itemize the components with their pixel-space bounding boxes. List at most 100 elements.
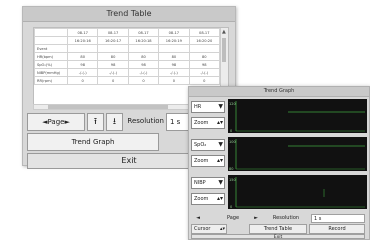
trend-plot-nibp: 150 0: [228, 175, 367, 209]
table-cell: [66, 44, 99, 53]
stepper-icon[interactable]: ▴▾: [220, 225, 225, 234]
table-cell: 98: [127, 60, 160, 69]
table-header-row: 16:20:16 16:20:17 16:20:18 16:20:19 16:20:20: [34, 36, 221, 45]
chevron-down-icon: ▼: [218, 103, 223, 110]
trend-row-hr: HR ▼ Zoom ▴▾ 120 0: [191, 99, 367, 136]
row-label: NIBP(mmHg): [34, 68, 68, 77]
resolution-label: Resolution: [272, 215, 300, 221]
table-cell: 98: [97, 60, 129, 69]
zoom-label: Zoom: [194, 196, 209, 202]
table-cell: 0: [66, 76, 99, 85]
param-select[interactable]: HR ▼: [191, 101, 225, 113]
resolution-label: Resolution: [127, 117, 164, 125]
zoom-stepper[interactable]: Zoom ▴▾: [191, 193, 225, 205]
table-header-row: 08-17 08-17 08-17 08-17 08-17: [34, 28, 221, 37]
param-value: NIBP: [194, 180, 206, 186]
plot-background: [228, 99, 367, 133]
param-value: SpO₂: [194, 142, 207, 148]
row-label: Event: [34, 44, 68, 53]
cursor-label: Cursor: [194, 226, 211, 232]
scale-top: 120: [229, 102, 236, 106]
page-right-icon[interactable]: ►: [64, 118, 69, 126]
column-time: 16:20:17: [97, 36, 129, 45]
table-cell: 80: [66, 52, 99, 61]
table-row: HR(bpm) 80 80 80 80 80: [34, 52, 221, 61]
table-cell: -/-(-): [97, 68, 129, 77]
table-cell: 80: [97, 52, 129, 61]
param-select[interactable]: SpO₂ ▼: [191, 139, 225, 151]
param-value: HR: [194, 104, 202, 110]
scale-top: 100: [229, 140, 236, 144]
page-up-icon: ⭱: [93, 117, 98, 127]
column-date: 08-17: [127, 28, 160, 37]
trend-table: 08-17 08-17 08-17 08-17 08-17 16:20:16 16:20:1…: [34, 28, 221, 85]
scale-bottom: 80: [229, 167, 233, 171]
plot-background: [228, 175, 367, 209]
scroll-up-icon[interactable]: ▲: [222, 29, 226, 35]
zoom-stepper[interactable]: Zoom ▴▾: [191, 117, 225, 129]
trend-graph-title: Trend Graph: [189, 87, 369, 97]
table-cell: 98: [188, 60, 221, 69]
page-down-button[interactable]: ⭳: [106, 113, 123, 131]
page-label: Page: [47, 118, 65, 126]
trend-graph-button[interactable]: Trend Graph: [27, 133, 159, 151]
zoom-label: Zoom: [194, 120, 209, 126]
chevron-down-icon: ▼: [218, 179, 223, 186]
trend-plot-hr: 120 0: [228, 99, 367, 133]
plot-background: [228, 137, 367, 171]
page-left-icon[interactable]: ◄: [193, 214, 203, 223]
zoom-stepper[interactable]: Zoom ▴▾: [191, 155, 225, 167]
stepper-icon[interactable]: ▴▾: [217, 118, 223, 128]
table-cell: 80: [127, 52, 160, 61]
scrollbar-thumb[interactable]: [48, 105, 168, 109]
chevron-down-icon: ▼: [218, 141, 223, 148]
table-row: NIBP(mmHg) -/-(-) -/-(-) -/-(-) -/-(-) -/-(-): [34, 68, 221, 77]
table-corner-cell: [34, 28, 68, 37]
table-cell: [97, 44, 129, 53]
page-right-icon[interactable]: ►: [251, 214, 261, 223]
table-row: RR(rpm) 0 0 0 0 0: [34, 76, 221, 85]
trend-table-button[interactable]: Trend Table: [249, 224, 307, 234]
trend-row-nibp: NIBP ▼ Zoom ▴▾ 150 0: [191, 175, 367, 212]
table-cell: 80: [188, 52, 221, 61]
column-date: 08-17: [188, 28, 221, 37]
scrollbar-thumb[interactable]: [222, 38, 226, 62]
column-time: 16:20:19: [158, 36, 190, 45]
table-corner-cell: [34, 36, 68, 45]
table-row: SpO₂(%) 98 98 98 98 98: [34, 60, 221, 69]
param-select[interactable]: NIBP ▼: [191, 177, 225, 189]
table-row: Event: [34, 44, 221, 53]
table-cell: -/-(-): [66, 68, 99, 77]
trend-plot-spo2: 100 80: [228, 137, 367, 171]
row-label: HR(bpm): [34, 52, 68, 61]
page-up-button[interactable]: ⭱: [87, 113, 104, 131]
table-cell: 0: [127, 76, 160, 85]
table-cell: -/-(-): [158, 68, 190, 77]
column-time: 16:20:16: [66, 36, 99, 45]
table-cell: 0: [97, 76, 129, 85]
resolution-value: 1 s: [170, 118, 181, 126]
page-down-icon: ⭳: [112, 117, 117, 127]
column-date: 08-17: [158, 28, 190, 37]
scale-top: 150: [229, 178, 236, 182]
stepper-icon[interactable]: ▴▾: [217, 156, 223, 166]
row-label: SpO₂(%): [34, 60, 68, 69]
exit-button[interactable]: Exit: [191, 234, 365, 240]
record-button[interactable]: Record: [309, 224, 365, 234]
table-cell: 98: [66, 60, 99, 69]
table-cell: 0: [158, 76, 190, 85]
resolution-select[interactable]: 1 s: [311, 214, 365, 223]
table-cell: 0: [188, 76, 221, 85]
cursor-stepper[interactable]: Cursor ▴▾: [191, 224, 227, 234]
scale-bottom: 0: [230, 205, 232, 209]
column-date: 08-17: [66, 28, 99, 37]
table-cell: -/-(-): [127, 68, 160, 77]
table-cell: [158, 44, 190, 53]
page-control[interactable]: ◄Page►: [27, 113, 85, 131]
column-time: 16:20:20: [188, 36, 221, 45]
page-label: Page: [226, 215, 240, 221]
row-label: RR(rpm): [34, 76, 68, 85]
table-cell: [188, 44, 221, 53]
column-date: 08-17: [97, 28, 129, 37]
stepper-icon[interactable]: ▴▾: [217, 194, 223, 204]
